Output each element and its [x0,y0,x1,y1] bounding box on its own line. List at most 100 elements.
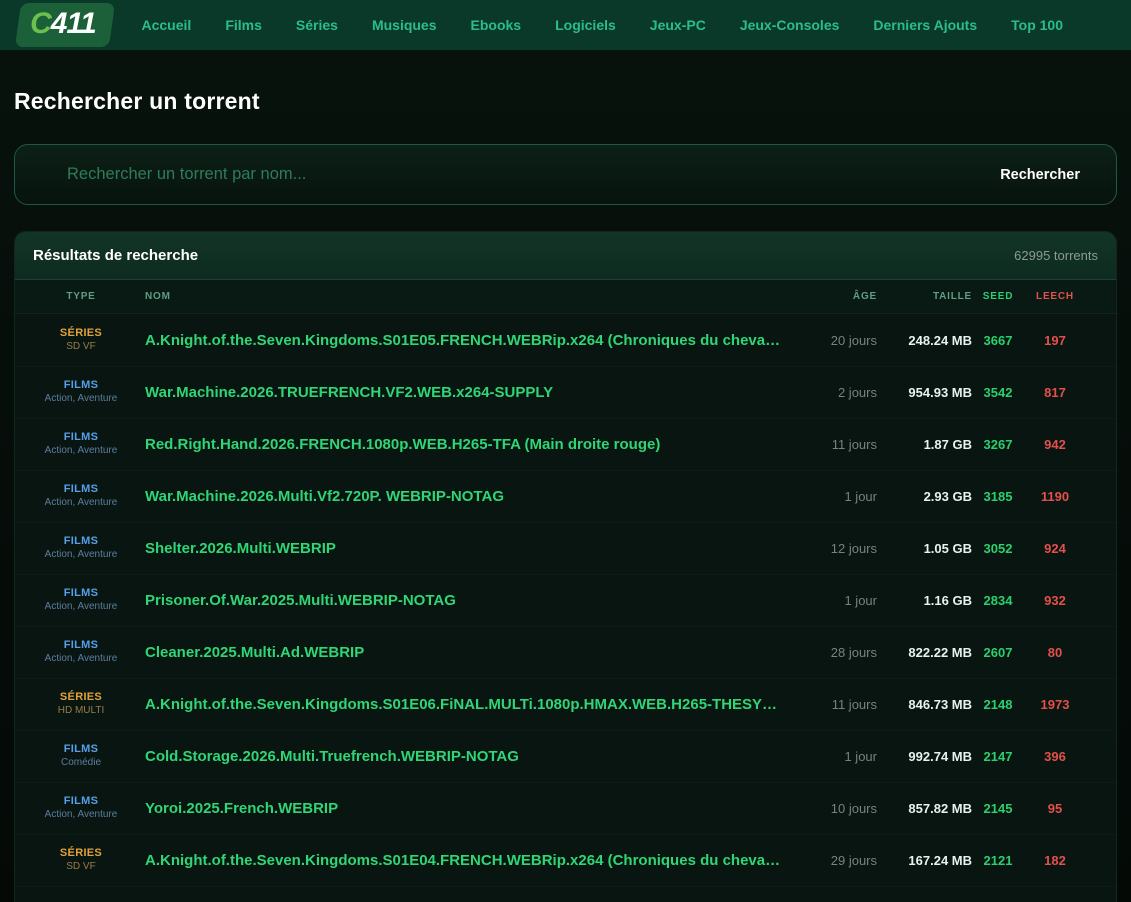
site-logo[interactable]: C411 [15,3,115,47]
age-cell: 1 jour [782,749,877,764]
nav-item-s-ries[interactable]: Séries [296,17,338,33]
type-badge[interactable]: FILMSComédie [31,743,131,769]
torrent-name-link[interactable]: A.Knight.of.the.Seven.Kingdoms.S01E06.Fi… [145,696,782,713]
table-row: FILMSAction, Aventure War.Machine.2026.Mu… [15,470,1116,522]
seed-cell: 3267 [972,437,1024,452]
type-subtitle: Action, Aventure [31,549,131,562]
leech-cell: 932 [1024,593,1086,608]
type-label: FILMS [31,483,131,497]
seed-cell: 2147 [972,749,1024,764]
name-cell: War.Machine.2026.Multi.Vf2.720P. WEBRIP-… [131,488,782,505]
column-header-leech[interactable]: LEECH [1024,291,1086,302]
name-cell: A.Knight.of.the.Seven.Kingdoms.S01E06.Fi… [131,696,782,713]
seed-cell: 3542 [972,385,1024,400]
search-button[interactable]: Rechercher [964,145,1116,204]
table-row: FILMSAction, Aventure Prisoner.Of.War.202… [15,574,1116,626]
torrent-name-link[interactable]: War.Machine.2026.Multi.Vf2.720P. WEBRIP-… [145,488,782,505]
logo-number: 411 [51,7,96,40]
age-cell: 1 jour [782,593,877,608]
torrent-name-link[interactable]: Cleaner.2025.Multi.Ad.WEBRIP [145,644,782,661]
table-row: FILMSUnknowned.Soldiers.Lost.in.the.tren… [15,886,1116,902]
leech-cell: 95 [1024,801,1086,816]
type-subtitle: SD VF [31,861,131,874]
name-cell: Yoroi.2025.French.WEBRIP [131,800,782,817]
type-badge[interactable]: FILMSAction, Aventure [31,379,131,405]
torrent-name-link[interactable]: War.Machine.2026.TRUEFRENCH.VF2.WEB.x264… [145,384,782,401]
leech-cell: 396 [1024,749,1086,764]
results-rows: SÉRIESSD VF A.Knight.of.the.Seven.Kingdom… [15,314,1116,902]
name-cell: A.Knight.of.the.Seven.Kingdoms.S01E04.FR… [131,852,782,869]
navbar-menu: Accueil Films Séries Musiques Ebooks Logiciel… [142,17,1064,33]
name-cell: A.Knight.of.the.Seven.Kingdoms.S01E05.FR… [131,332,782,349]
type-subtitle: HD MULTI [31,705,131,718]
results-header: Résultats de recherche 62995 torrents [15,232,1116,280]
type-badge[interactable]: FILMSAction, Aventure [31,483,131,509]
age-cell: 12 jours [782,541,877,556]
name-cell: Red.Right.Hand.2026.FRENCH.1080p.WEB.H26… [131,436,782,453]
size-cell: 1.05 GB [877,541,972,556]
seed-cell: 2607 [972,645,1024,660]
logo-letter-c: C [30,7,51,40]
column-header-taille[interactable]: TAILLE [877,291,972,302]
nav-item-jeux-pc[interactable]: Jeux-PC [650,17,706,33]
table-row: SÉRIESSD VF A.Knight.of.the.Seven.Kingdom… [15,314,1116,366]
torrent-name-link[interactable]: A.Knight.of.the.Seven.Kingdoms.S01E05.FR… [145,332,782,349]
size-cell: 857.82 MB [877,801,972,816]
type-label: FILMS [31,379,131,393]
type-badge[interactable]: FILMSAction, Aventure [31,535,131,561]
torrent-name-link[interactable]: A.Knight.of.the.Seven.Kingdoms.S01E04.FR… [145,852,782,869]
name-cell: Prisoner.Of.War.2025.Multi.WEBRIP-NOTAG [131,592,782,609]
type-badge[interactable]: SÉRIESSD VF [31,327,131,353]
leech-cell: 1973 [1024,697,1086,712]
size-cell: 1.87 GB [877,437,972,452]
nav-item-logiciels[interactable]: Logiciels [555,17,616,33]
type-badge[interactable]: SÉRIESHD MULTI [31,691,131,717]
type-badge[interactable]: FILMSAction, Aventure [31,431,131,457]
size-cell: 1.16 GB [877,593,972,608]
table-row: SÉRIESSD VF A.Knight.of.the.Seven.Kingdom… [15,834,1116,886]
column-header-nom[interactable]: NOM [131,291,782,302]
type-badge[interactable]: FILMSAction, Aventure [31,795,131,821]
leech-cell: 182 [1024,853,1086,868]
torrent-name-link[interactable]: Prisoner.Of.War.2025.Multi.WEBRIP-NOTAG [145,592,782,609]
results-panel: Résultats de recherche 62995 torrents TY… [14,231,1117,902]
size-cell: 2.93 GB [877,489,972,504]
seed-cell: 3667 [972,333,1024,348]
leech-cell: 817 [1024,385,1086,400]
column-header-age[interactable]: ÂGE [782,291,877,302]
nav-item-derniers-ajouts[interactable]: Derniers Ajouts [873,17,977,33]
type-subtitle: SD VF [31,341,131,354]
column-header-seed[interactable]: SEED [972,291,1024,302]
type-subtitle: Action, Aventure [31,497,131,510]
type-badge[interactable]: FILMSAction, Aventure [31,639,131,665]
site-logo-text: C411 [30,4,96,44]
nav-item-musiques[interactable]: Musiques [372,17,437,33]
nav-item-ebooks[interactable]: Ebooks [471,17,522,33]
type-label: FILMS [31,587,131,601]
torrent-name-link[interactable]: Yoroi.2025.French.WEBRIP [145,800,782,817]
name-cell: Shelter.2026.Multi.WEBRIP [131,540,782,557]
type-label: FILMS [31,795,131,809]
type-label: FILMS [31,743,131,757]
nav-item-top-100[interactable]: Top 100 [1011,17,1063,33]
type-badge[interactable]: FILMSAction, Aventure [31,587,131,613]
type-label: FILMS [31,535,131,549]
age-cell: 2 jours [782,385,877,400]
search-input[interactable] [15,145,964,204]
type-label: FILMS [31,431,131,445]
type-badge[interactable]: SÉRIESSD VF [31,847,131,873]
size-cell: 822.22 MB [877,645,972,660]
table-header: TYPE NOM ÂGE TAILLE SEED LEECH [15,280,1116,314]
torrent-name-link[interactable]: Red.Right.Hand.2026.FRENCH.1080p.WEB.H26… [145,436,782,453]
table-row: FILMSAction, Aventure War.Machine.2026.TR… [15,366,1116,418]
type-label: FILMS [31,639,131,653]
type-subtitle: Action, Aventure [31,809,131,822]
torrent-name-link[interactable]: Shelter.2026.Multi.WEBRIP [145,540,782,557]
torrent-name-link[interactable]: Cold.Storage.2026.Multi.Truefrench.WEBRI… [145,748,782,765]
nav-item-films[interactable]: Films [225,17,262,33]
column-header-type[interactable]: TYPE [31,291,131,302]
navbar: C411 Accueil Films Séries Musiques Ebooks Log… [0,0,1131,50]
seed-cell: 2121 [972,853,1024,868]
nav-item-accueil[interactable]: Accueil [142,17,192,33]
nav-item-jeux-consoles[interactable]: Jeux-Consoles [740,17,840,33]
